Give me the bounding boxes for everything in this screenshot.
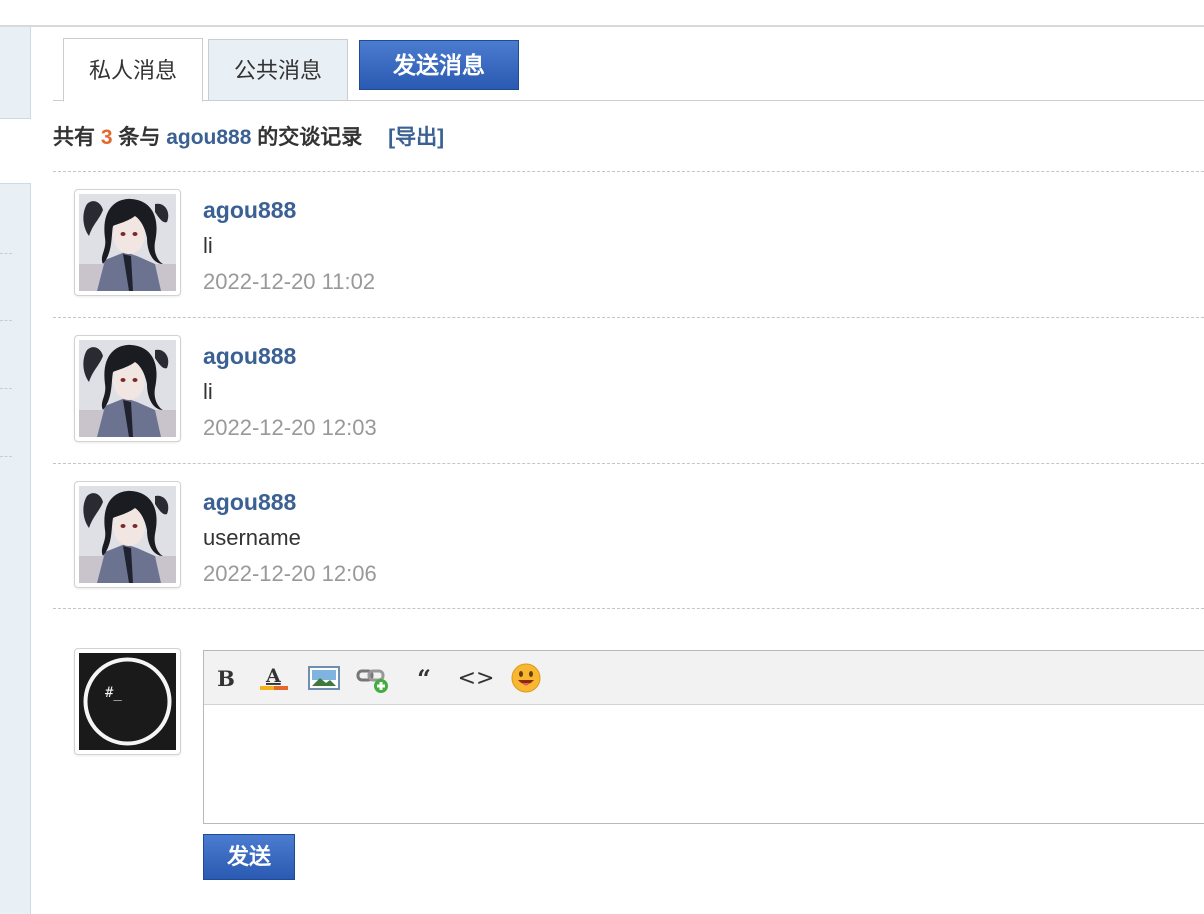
sender-avatar[interactable] xyxy=(74,189,181,296)
message-timestamp: 2022-12-20 11:02 xyxy=(203,269,376,294)
my-avatar[interactable]: #_ xyxy=(74,648,181,755)
summary-prefix: 共有 xyxy=(53,126,95,149)
sender-avatar[interactable] xyxy=(74,335,181,442)
message-text: li xyxy=(203,233,213,258)
divider xyxy=(53,608,1204,609)
sender-avatar[interactable] xyxy=(74,481,181,588)
left-sidebar xyxy=(0,27,31,914)
font-color-icon[interactable]: A xyxy=(256,661,292,695)
code-glyph: <> xyxy=(457,665,495,691)
bold-icon[interactable]: B xyxy=(208,661,244,695)
message-count: 3 xyxy=(100,126,113,149)
avatar-image xyxy=(79,340,176,437)
avatar-image xyxy=(79,194,176,291)
message-author-link[interactable]: agou888 xyxy=(203,488,296,516)
export-link[interactable]: [导出] xyxy=(388,126,444,149)
emoji-icon[interactable] xyxy=(508,661,544,695)
message-tabs: 私人消息 公共消息 发送消息 xyxy=(53,38,1204,102)
quote-icon[interactable]: “ xyxy=(406,661,442,695)
reply-textarea[interactable] xyxy=(204,705,1204,823)
conversation-username-link[interactable]: agou888 xyxy=(166,126,251,149)
tab-private-messages[interactable]: 私人消息 xyxy=(63,38,203,102)
avatar-glyph-text: #_ xyxy=(105,685,122,701)
message-timestamp: 2022-12-20 12:03 xyxy=(203,415,377,440)
message-text: li xyxy=(203,379,213,404)
message-text: username xyxy=(203,525,301,550)
sidebar-divider xyxy=(0,456,12,457)
sidebar-divider xyxy=(0,320,12,321)
message-item: agou888 username 2022-12-20 12:06 xyxy=(53,464,1204,610)
tab-public-messages[interactable]: 公共消息 xyxy=(208,39,348,101)
reply-editor: B A “ <> xyxy=(203,650,1204,824)
summary-suffix: 的交谈记录 xyxy=(257,126,363,149)
sidebar-divider xyxy=(0,388,12,389)
conversation-summary: 共有 3 条与 agou888 的交谈记录 [导出] xyxy=(53,122,444,154)
send-button[interactable]: 发送 xyxy=(203,834,295,880)
font-color-glyph: A xyxy=(265,665,281,687)
message-author-link[interactable]: agou888 xyxy=(203,342,296,370)
avatar-image xyxy=(79,486,176,583)
send-message-button[interactable]: 发送消息 xyxy=(359,40,519,90)
message-timestamp: 2022-12-20 12:06 xyxy=(203,561,377,586)
bold-glyph: B xyxy=(217,665,235,691)
top-bar xyxy=(0,0,1204,27)
quote-glyph: “ xyxy=(417,663,431,693)
message-author-link[interactable]: agou888 xyxy=(203,196,296,224)
message-item: agou888 li 2022-12-20 12:03 xyxy=(53,318,1204,464)
code-icon[interactable]: <> xyxy=(457,661,495,695)
link-icon[interactable] xyxy=(356,661,392,695)
message-item: agou888 li 2022-12-20 11:02 xyxy=(53,172,1204,318)
summary-middle: 条与 xyxy=(118,126,161,149)
my-avatar-image: #_ xyxy=(79,653,176,750)
sidebar-divider xyxy=(0,253,12,254)
editor-toolbar: B A “ <> xyxy=(204,651,1204,705)
sidebar-blank-panel xyxy=(0,118,31,184)
image-icon[interactable] xyxy=(306,661,342,695)
